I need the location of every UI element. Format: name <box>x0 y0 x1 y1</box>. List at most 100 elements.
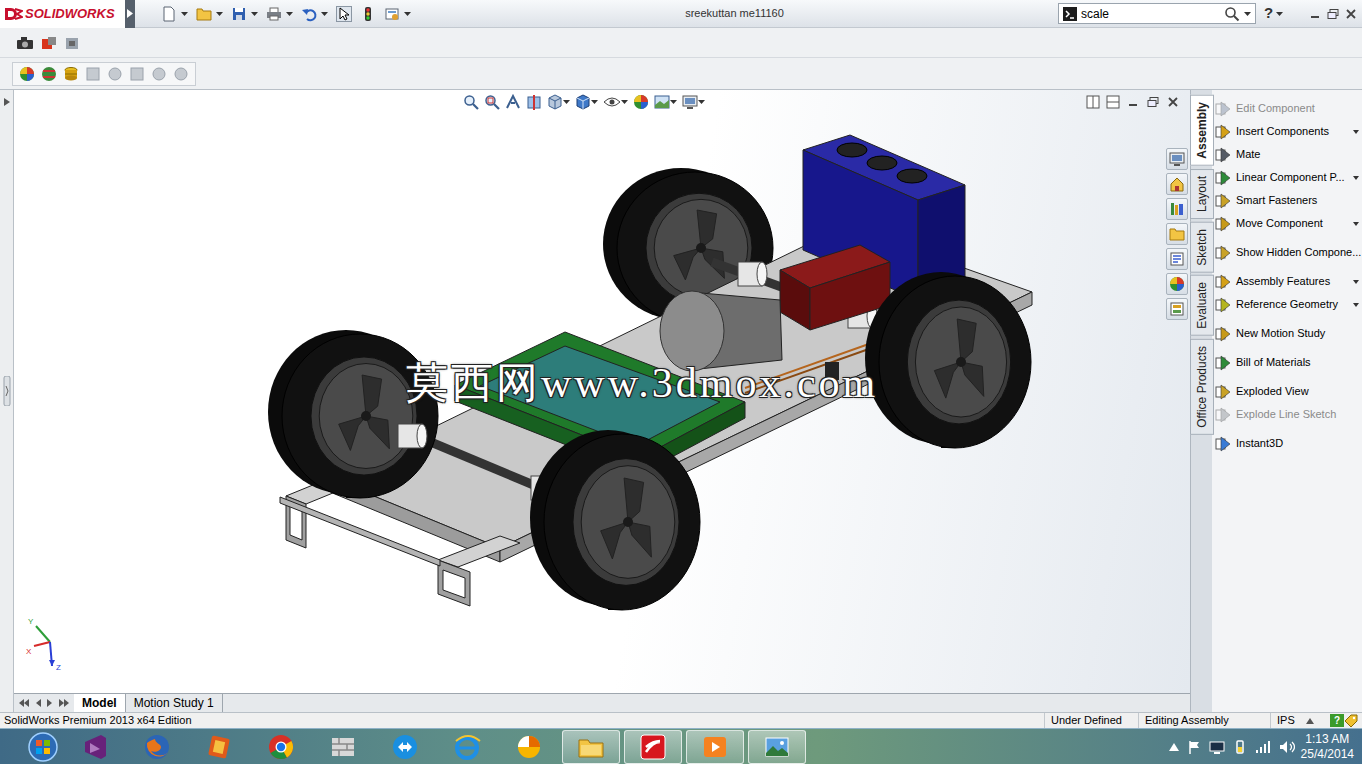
motor-controller[interactable] <box>780 245 890 330</box>
taskbar-button[interactable] <box>66 730 124 764</box>
options-icon[interactable] <box>173 66 189 82</box>
battery-icon[interactable] <box>1233 739 1247 755</box>
section-view-icon[interactable] <box>526 94 542 110</box>
taskbar-button[interactable] <box>376 730 434 764</box>
bearing[interactable] <box>398 424 427 448</box>
units-selector[interactable]: IPS <box>1270 713 1306 728</box>
search-input[interactable] <box>1077 5 1224 23</box>
save-icon[interactable] <box>231 6 247 22</box>
next-tab-icon[interactable] <box>46 698 54 708</box>
view-settings-icon[interactable] <box>682 94 698 110</box>
view-button[interactable] <box>547 94 570 110</box>
command-item[interactable]: Explode Line Sketch <box>1212 403 1362 426</box>
command-item[interactable]: Edit Component <box>1212 97 1362 120</box>
command-search-icon[interactable] <box>1063 7 1077 21</box>
view-button[interactable] <box>463 94 479 110</box>
view-palette-icon[interactable] <box>1166 248 1188 270</box>
dropdown-arrow-icon[interactable] <box>563 100 570 104</box>
command-item[interactable]: Mate <box>1212 143 1362 166</box>
view-button[interactable] <box>603 94 628 110</box>
previous-tab-icon[interactable] <box>34 698 42 708</box>
print-icon[interactable] <box>266 6 282 22</box>
final-render-icon[interactable] <box>107 66 123 82</box>
bottom-tab[interactable]: Model <box>74 694 126 712</box>
taskbar-button[interactable] <box>500 730 558 764</box>
command-tab[interactable]: Layout <box>1190 169 1214 219</box>
action-center-flag-icon[interactable] <box>1187 740 1201 754</box>
command-item[interactable]: Instant3D <box>1212 432 1362 455</box>
previous-view-icon[interactable] <box>505 94 521 110</box>
dropdown-arrow-icon[interactable] <box>698 100 705 104</box>
dropdown-arrow-icon[interactable] <box>216 12 223 16</box>
dropdown-arrow-icon[interactable] <box>1353 222 1359 226</box>
options-icon[interactable] <box>384 6 400 22</box>
command-item[interactable]: New Motion Study <box>1212 322 1362 345</box>
wheel[interactable] <box>268 330 438 498</box>
view-button[interactable] <box>682 94 705 110</box>
command-tab[interactable]: Assembly <box>1190 95 1214 166</box>
start-icon[interactable] <box>28 732 58 762</box>
command-item[interactable]: Bill of Materials <box>1212 351 1362 374</box>
motor[interactable] <box>660 291 782 371</box>
toolbar-button[interactable] <box>196 6 223 22</box>
tag-icon[interactable] <box>1344 714 1358 728</box>
toolbar-button[interactable] <box>301 6 328 22</box>
show-hidden-icons-icon[interactable] <box>1169 743 1179 751</box>
dropdown-arrow-icon[interactable] <box>670 100 677 104</box>
recall-render-icon[interactable] <box>151 66 167 82</box>
dropdown-arrow-icon[interactable] <box>1353 280 1359 284</box>
zoom-area-icon[interactable] <box>484 94 500 110</box>
view-button[interactable] <box>654 94 677 110</box>
magnifier-icon[interactable] <box>1224 6 1240 22</box>
command-tab[interactable]: Sketch <box>1190 222 1214 273</box>
quick-tips-button[interactable]: ? <box>1330 714 1344 727</box>
taskbar-button[interactable] <box>438 730 496 764</box>
expand-arrow-icon[interactable] <box>4 98 10 106</box>
minimize-icon[interactable] <box>1126 96 1140 108</box>
custom-properties-icon[interactable] <box>1166 298 1188 320</box>
dropdown-arrow-icon[interactable] <box>1244 12 1251 16</box>
taskbar-button[interactable] <box>128 730 186 764</box>
first-tab-icon[interactable] <box>18 698 30 708</box>
hide-show-icon[interactable] <box>603 94 621 110</box>
rebuild-traffic-light-icon[interactable] <box>360 6 376 22</box>
dropdown-arrow-icon[interactable] <box>621 100 628 104</box>
dropdown-arrow-icon[interactable] <box>321 12 328 16</box>
dropdown-arrow-icon[interactable] <box>1353 303 1359 307</box>
wheel[interactable] <box>530 430 700 610</box>
camera-icon[interactable] <box>16 35 34 51</box>
app-logo[interactable]: SOLIDWORKS <box>0 0 125 28</box>
taskbar-button[interactable] <box>190 730 248 764</box>
command-item[interactable]: Insert Components <box>1212 120 1362 143</box>
restore-icon[interactable] <box>1146 96 1160 108</box>
appearance-icon[interactable] <box>19 66 35 82</box>
units-arrow-icon[interactable] <box>1306 718 1314 724</box>
command-tab[interactable]: Evaluate <box>1190 275 1214 336</box>
bearing[interactable] <box>738 262 767 286</box>
display-style-icon[interactable] <box>575 94 591 110</box>
command-tab[interactable]: Office Products <box>1190 339 1214 435</box>
command-item[interactable]: Show Hidden Compone... <box>1212 241 1362 264</box>
appearances-icon[interactable] <box>1166 273 1188 295</box>
menu-arrow-icon[interactable] <box>125 0 135 28</box>
home-icon[interactable] <box>1166 173 1188 195</box>
dropdown-arrow-icon[interactable] <box>286 12 293 16</box>
new-document-icon[interactable] <box>161 6 177 22</box>
command-item[interactable]: Smart Fasteners <box>1212 189 1362 212</box>
wheel[interactable] <box>865 272 1031 448</box>
file-explorer-icon[interactable] <box>1166 223 1188 245</box>
help-button[interactable]: ? <box>1264 2 1298 25</box>
undo-icon[interactable] <box>301 6 317 22</box>
tile-vertical-icon[interactable] <box>1086 95 1100 109</box>
command-item[interactable]: Linear Component P... <box>1212 166 1362 189</box>
chassis[interactable] <box>280 226 1032 606</box>
solidworks-resources-icon[interactable] <box>1166 148 1188 170</box>
last-tab-icon[interactable] <box>58 698 70 708</box>
zoom-to-fit-icon[interactable] <box>463 94 479 110</box>
view-orientation-icon[interactable] <box>547 94 563 110</box>
close-icon[interactable] <box>1166 96 1180 108</box>
network-signal-icon[interactable] <box>1255 740 1271 754</box>
command-item[interactable]: Assembly Features <box>1212 270 1362 293</box>
search-box[interactable] <box>1058 3 1256 24</box>
display-icon[interactable] <box>1209 740 1225 754</box>
